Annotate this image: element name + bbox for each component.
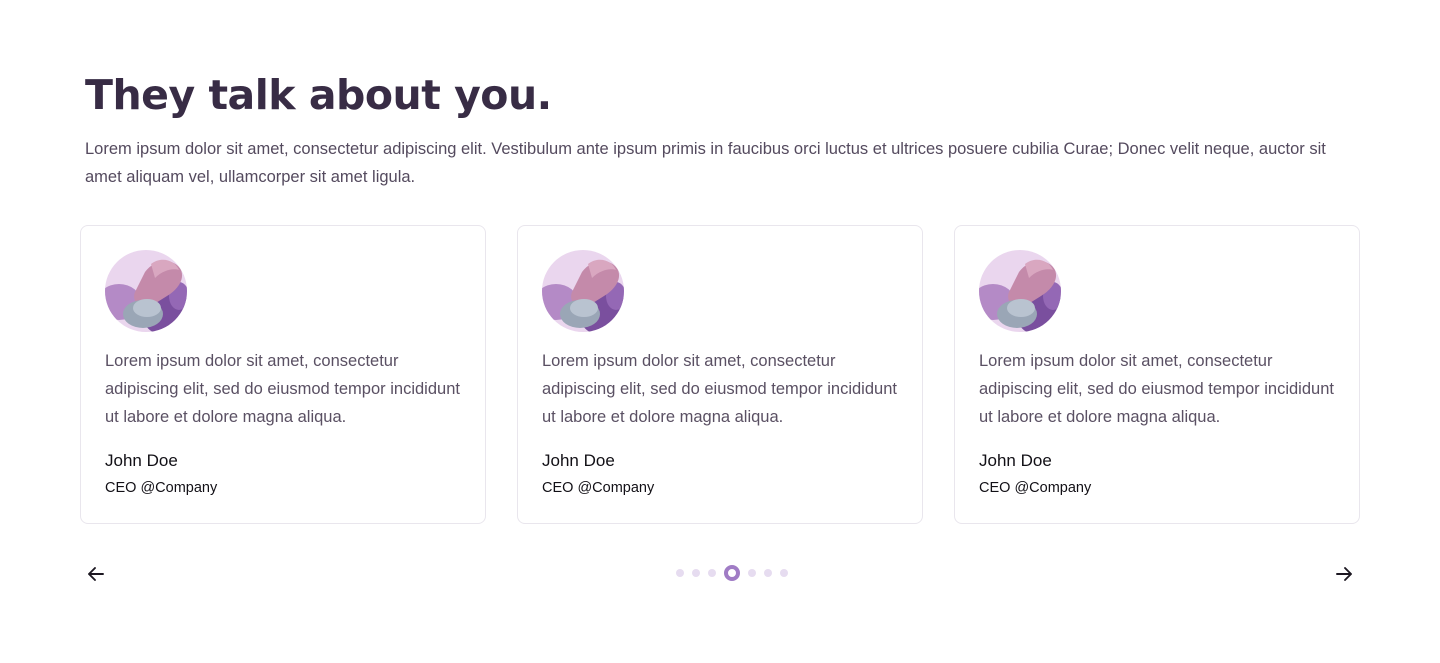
testimonial-author-role: CEO @Company [105,480,218,496]
pagination-dot[interactable] [708,569,716,577]
pagination-dot[interactable] [692,569,700,577]
testimonial-quote: Lorem ipsum dolor sit amet, consectetur … [105,352,460,426]
testimonial-card: Lorem ipsum dolor sit amet, consectetur … [80,225,486,524]
pagination-dot[interactable] [748,569,756,577]
abstract-avatar-icon [979,250,1061,332]
testimonials-section: They talk about you. Lorem ipsum dolor s… [0,0,1440,663]
carousel-next-button[interactable] [1331,561,1357,587]
abstract-avatar-icon [542,250,624,332]
testimonial-quote: Lorem ipsum dolor sit amet, consectetur … [542,352,897,426]
pagination-dot[interactable] [676,569,684,577]
avatar [979,250,1061,332]
pagination-dot[interactable] [780,569,788,577]
arrow-left-icon [88,567,104,581]
testimonial-author-name: John Doe [979,451,1052,470]
avatar [542,250,624,332]
section-title: They talk about you. [85,71,552,119]
testimonial-quote: Lorem ipsum dolor sit amet, consectetur … [979,352,1334,426]
testimonial-author-role: CEO @Company [979,480,1092,496]
testimonial-card: Lorem ipsum dolor sit amet, consectetur … [954,225,1360,524]
pagination-dot-active[interactable] [724,565,740,581]
testimonial-author-name: John Doe [542,451,615,470]
carousel-prev-button[interactable] [83,561,109,587]
section-description: Lorem ipsum dolor sit amet, consectetur … [85,140,1326,186]
testimonial-author-role: CEO @Company [542,480,655,496]
testimonial-author-name: John Doe [105,451,178,470]
arrow-right-icon [1336,567,1352,581]
avatar [105,250,187,332]
carousel-pagination [672,565,792,581]
testimonial-cards: Lorem ipsum dolor sit amet, consectetur … [80,225,1360,524]
pagination-dot[interactable] [764,569,772,577]
abstract-avatar-icon [105,250,187,332]
testimonial-card: Lorem ipsum dolor sit amet, consectetur … [517,225,923,524]
